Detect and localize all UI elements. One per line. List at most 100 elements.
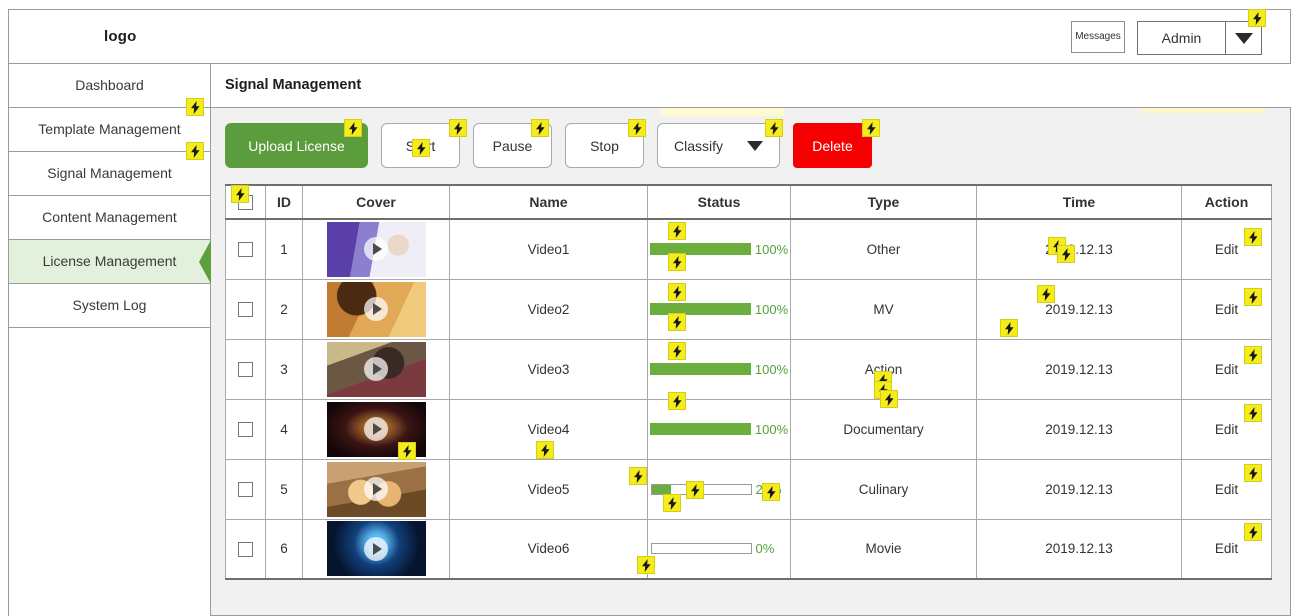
sidebar-item-label: Template Management [38, 121, 181, 137]
play-icon[interactable] [364, 357, 388, 381]
row-name: Video1 [449, 218, 648, 280]
sidebar-item-template-management[interactable]: Template Management [9, 108, 210, 152]
edit-link[interactable]: Edit [1215, 482, 1238, 497]
progress-bar-fill [649, 423, 751, 435]
progress-bar-fill [649, 363, 751, 375]
pause-button[interactable]: Pause [473, 123, 552, 168]
row-id: 5 [265, 458, 303, 520]
upload-license-button[interactable]: Upload License [225, 123, 368, 168]
row-checkbox[interactable] [238, 421, 253, 437]
column-header-time[interactable]: Time [976, 184, 1182, 220]
sidebar-item-dashboard[interactable]: Dashboard [9, 64, 210, 108]
row-name: Video6 [449, 518, 648, 580]
column-header-action[interactable]: Action [1181, 184, 1272, 220]
video-thumbnail-1[interactable] [326, 221, 426, 277]
row-time: 2019.12.13 [976, 398, 1182, 460]
video-thumbnail-3[interactable] [326, 341, 426, 397]
row-checkbox[interactable] [238, 541, 253, 557]
admin-dropdown[interactable]: Admin [1137, 21, 1262, 55]
table-row: 3 Video3 100% Action 2019.12.13 Edit [225, 338, 1272, 400]
logo: logo [104, 28, 137, 45]
column-header-type[interactable]: Type [790, 184, 977, 220]
classify-highlight-strip [661, 108, 784, 116]
play-icon[interactable] [364, 536, 388, 561]
edit-link[interactable]: Edit [1215, 422, 1238, 437]
column-header-cover[interactable]: Cover [302, 184, 450, 220]
sidebar-item-system-log[interactable]: System Log [9, 284, 210, 328]
row-cover [302, 458, 450, 520]
column-header-id[interactable]: ID [265, 184, 303, 220]
select-all-checkbox[interactable] [238, 195, 253, 211]
signal-table: ID Cover Name Status Type Time Action 1 V… [225, 184, 1272, 580]
start-button[interactable]: Start [381, 123, 460, 168]
sidebar-item-label: Dashboard [75, 77, 144, 93]
select-all-header [225, 184, 266, 220]
progress-wrapper: 100% [648, 362, 790, 377]
row-action: Edit [1181, 518, 1272, 580]
edit-link[interactable]: Edit [1215, 362, 1238, 377]
row-status: 0% [647, 518, 791, 580]
sidebar: Dashboard Template Management Signal Man… [8, 64, 211, 616]
edit-link[interactable]: Edit [1215, 541, 1238, 556]
edit-link[interactable]: Edit [1215, 242, 1238, 257]
progress-bar-fill [651, 484, 672, 494]
row-action: Edit [1181, 398, 1272, 460]
video-thumbnail-2[interactable] [326, 281, 426, 337]
classify-dropdown[interactable]: Classify [657, 123, 780, 168]
video-thumbnail-4[interactable] [326, 401, 426, 457]
progress-bar [649, 243, 751, 256]
stop-button[interactable]: Stop [565, 123, 644, 168]
table-body: 1 Video1 100% Other 2019.12.13 Edit 2 Video2 100… [225, 218, 1272, 580]
sidebar-item-content-management[interactable]: Content Management [9, 196, 210, 240]
table-row: 5 Video5 20% Culinary 2019.12.13 Edit [225, 458, 1272, 520]
chevron-down-icon[interactable] [1225, 22, 1261, 54]
play-icon[interactable] [364, 237, 388, 262]
row-select-cell [225, 398, 266, 460]
secondary-highlight-strip [1141, 108, 1266, 113]
row-checkbox[interactable] [238, 481, 253, 497]
delete-button[interactable]: Delete [793, 123, 872, 168]
sidebar-item-label: Signal Management [47, 165, 172, 181]
progress-percent: 0% [755, 541, 775, 557]
play-icon[interactable] [364, 297, 388, 321]
column-header-status[interactable]: Status [647, 184, 791, 220]
row-select-cell [225, 338, 266, 400]
row-action: Edit [1181, 278, 1272, 340]
classify-label: Classify [674, 137, 724, 154]
sidebar-empty-space [9, 328, 210, 616]
row-select-cell [225, 518, 266, 580]
row-name: Video2 [449, 278, 648, 340]
row-status: 100% [647, 218, 791, 280]
row-action: Edit [1181, 218, 1272, 280]
sidebar-item-license-management[interactable]: License Management [9, 240, 211, 284]
progress-wrapper: 100% [648, 422, 790, 437]
row-checkbox[interactable] [238, 242, 253, 258]
progress-percent: 20% [755, 481, 782, 497]
progress-bar [650, 483, 752, 495]
admin-label: Admin [1161, 30, 1202, 46]
row-name: Video3 [449, 338, 648, 400]
play-icon[interactable] [364, 477, 388, 501]
row-id: 3 [265, 338, 303, 400]
row-time: 2019.12.13 [976, 518, 1182, 580]
play-icon[interactable] [364, 417, 388, 441]
edit-link[interactable]: Edit [1215, 302, 1238, 317]
row-checkbox[interactable] [238, 361, 253, 377]
video-thumbnail-6[interactable] [326, 521, 426, 577]
video-thumbnail-5[interactable] [326, 461, 426, 517]
row-status: 20% [647, 458, 791, 520]
row-id: 1 [265, 218, 303, 280]
messages-button[interactable]: Messages [1071, 21, 1125, 53]
row-checkbox[interactable] [238, 301, 253, 317]
sidebar-item-signal-management[interactable]: Signal Management [9, 152, 210, 196]
main-content: Signal Management Upload License Start P… [211, 64, 1291, 616]
row-id: 2 [265, 278, 303, 340]
progress-percent: 100% [754, 421, 789, 437]
progress-wrapper: 100% [648, 242, 790, 257]
row-name: Video5 [449, 458, 648, 520]
column-header-name[interactable]: Name [449, 184, 648, 220]
row-time: 2019.12.13 [976, 278, 1182, 340]
progress-wrapper: 0% [648, 541, 790, 556]
row-cover [302, 278, 450, 340]
row-select-cell [225, 218, 266, 280]
